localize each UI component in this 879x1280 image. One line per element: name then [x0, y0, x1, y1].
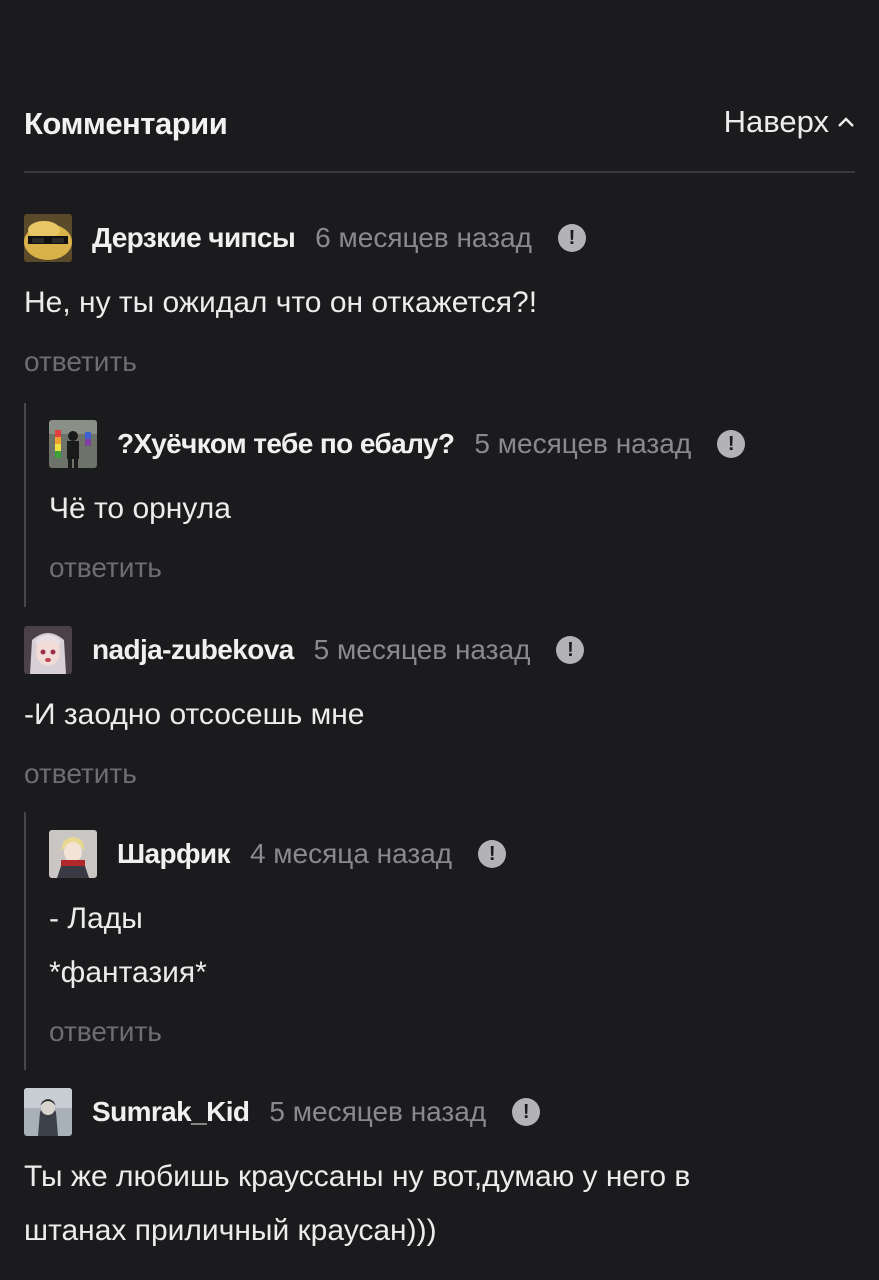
reply-button[interactable]: ответить — [49, 1016, 162, 1048]
header-divider — [24, 171, 855, 173]
anime-girl-avatar-icon — [24, 626, 72, 674]
comments-title: Комментарии — [24, 106, 228, 141]
comment-reply: Шарфик 4 месяца назад ! - Лады *фантазия… — [49, 828, 849, 1058]
exclamation-icon: ! — [488, 843, 496, 865]
avatar[interactable] — [24, 214, 72, 262]
reply-button[interactable]: ответить — [49, 552, 162, 584]
person-with-rainbow-flag-avatar-icon — [49, 420, 97, 468]
chevron-up-icon — [838, 117, 854, 127]
comments-header: Комментарии Наверх — [24, 100, 855, 146]
comment-text-line: штанах приличный краусан))) — [24, 1214, 437, 1247]
exclamation-icon: ! — [568, 227, 576, 249]
reply-button[interactable]: ответить — [24, 346, 137, 378]
thread-line — [24, 403, 26, 607]
dark-figure-avatar-icon — [24, 1088, 72, 1136]
report-button[interactable]: ! — [478, 840, 507, 868]
anime-boy-scarf-avatar-icon — [49, 830, 97, 878]
comment-time: 5 месяцев назад — [474, 428, 692, 459]
exclamation-icon: ! — [522, 1101, 530, 1123]
comment-text: -И заодно отсосешь мне — [24, 698, 365, 731]
chips-with-sunglasses-avatar-icon — [24, 214, 72, 262]
exclamation-icon: ! — [727, 433, 735, 455]
avatar[interactable] — [24, 1088, 72, 1136]
report-button[interactable]: ! — [557, 224, 586, 252]
comment-text: Не, ну ты ожидал что он откажется?! — [24, 286, 538, 319]
comment-text-line: - Лады — [49, 902, 143, 935]
avatar[interactable] — [49, 420, 97, 468]
avatar[interactable] — [24, 626, 72, 674]
comment-time: 5 месяцев назад — [313, 634, 531, 665]
comment-author[interactable]: Sumrak_Kid — [92, 1096, 250, 1128]
avatar[interactable] — [49, 830, 97, 878]
comment: Дерзкие чипсы 6 месяцев назад ! Не, ну т… — [24, 212, 854, 382]
report-button[interactable]: ! — [512, 1098, 541, 1126]
comment: nadja-zubekova 5 месяцев назад ! -И заод… — [24, 624, 854, 794]
comment-time: 5 месяцев назад — [269, 1096, 487, 1127]
report-button[interactable]: ! — [717, 430, 746, 458]
exclamation-icon: ! — [567, 639, 574, 661]
comment-author[interactable]: Шарфик — [117, 838, 231, 870]
scroll-top-button[interactable]: Наверх — [724, 104, 855, 140]
comment-time: 4 месяца назад — [249, 838, 453, 869]
comment-author[interactable]: nadja-zubekova — [92, 634, 294, 666]
comment-text: Чё то орнула — [49, 492, 231, 525]
report-button[interactable]: ! — [556, 636, 585, 664]
thread-line — [24, 812, 26, 1070]
comment: Sumrak_Kid 5 месяцев назад ! Ты же любиш… — [24, 1086, 854, 1280]
comment-reply: ?Хуёчком тебе по ебалу? 5 месяцев назад … — [49, 418, 849, 588]
reply-button[interactable]: ответить — [24, 758, 137, 790]
comment-author[interactable]: ?Хуёчком тебе по ебалу? — [117, 428, 455, 460]
comment-text-line: *фантазия* — [49, 956, 207, 989]
comment-text-line: Ты же любишь крауссаны ну вот,думаю у не… — [24, 1160, 691, 1193]
comment-author[interactable]: Дерзкие чипсы — [92, 222, 296, 254]
comment-time: 6 месяцев назад — [315, 222, 532, 253]
scroll-top-label: Наверх — [723, 104, 829, 139]
